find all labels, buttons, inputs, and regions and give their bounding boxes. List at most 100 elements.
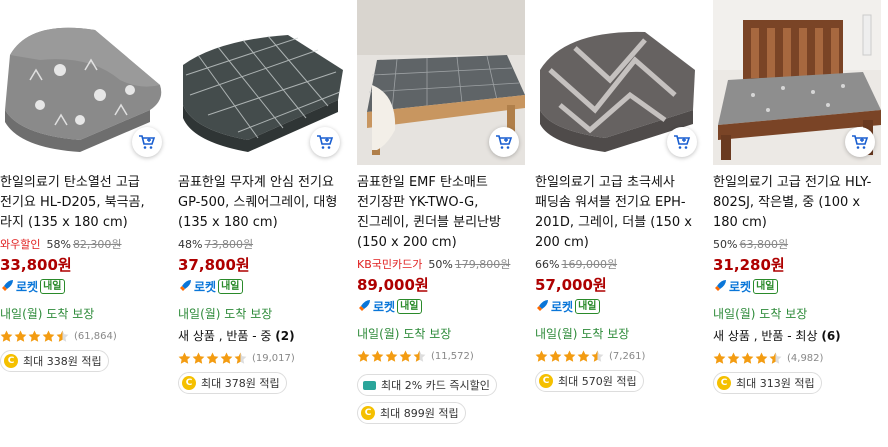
rocket-tomorrow-badge: 내일	[397, 298, 422, 314]
add-to-cart-button[interactable]	[667, 127, 697, 157]
review-count: (4,982)	[787, 352, 824, 364]
product-title[interactable]: 곰표한일 무자계 안심 전기요 GP-500, 스퀘어그레이, 대형 (135 …	[178, 173, 346, 233]
star-rating-icon	[713, 352, 782, 364]
reward-text: 최대 899원 적립	[380, 407, 459, 420]
rocket-badge: 로켓 내일	[178, 277, 346, 295]
price-info: KB국민카드가 50% 179,800원	[357, 257, 525, 273]
review-count: (61,864)	[74, 330, 117, 342]
return-info: 새 상품 , 반품 - 중 (2)	[178, 328, 346, 344]
original-price: 73,800원	[204, 238, 254, 251]
rocket-badge: 로켓 내일	[535, 297, 703, 315]
reward-text: 최대 338원 적립	[23, 355, 102, 368]
cart-icon	[674, 135, 691, 149]
rocket-icon	[180, 280, 191, 291]
add-to-cart-button[interactable]	[310, 127, 340, 157]
rocket-tomorrow-badge: 내일	[40, 278, 65, 294]
discount-rate: 50%	[713, 238, 738, 251]
rocket-tomorrow-badge: 내일	[575, 298, 600, 314]
return-info: 새 상품 , 반품 - 최상 (6)	[713, 328, 881, 344]
discount-rate: 50%	[428, 258, 453, 271]
price-info: 50% 63,800원	[713, 237, 881, 253]
star-rating-icon	[0, 330, 69, 342]
rocket-label: 로켓	[729, 279, 752, 294]
reward-text: 최대 313원 적립	[736, 377, 815, 390]
product-title[interactable]: 한일의료기 고급 초극세사 패딩솜 워셔블 전기요 EPH-201D, 그레이,…	[535, 173, 703, 253]
price-info: 와우할인 58% 82,300원	[0, 237, 168, 253]
card-discount-text: 최대 2% 카드 즉시할인	[381, 379, 490, 392]
rocket-badge: 로켓 내일	[357, 297, 525, 315]
add-to-cart-button[interactable]	[489, 127, 519, 157]
card-discount-badge: 최대 2% 카드 즉시할인	[357, 374, 497, 396]
original-price: 169,000원	[561, 258, 618, 271]
product-title[interactable]: 한일의료기 고급 전기요 HLY-802SJ, 작은별, 중 (100 x 18…	[713, 173, 881, 233]
product-image[interactable]	[178, 0, 346, 165]
cart-icon	[496, 135, 513, 149]
review-count: (7,261)	[609, 350, 646, 362]
reward-text: 최대 378원 적립	[201, 377, 280, 390]
coin-icon: C	[4, 354, 18, 368]
rating-stars: (11,572)	[357, 348, 525, 364]
product-card[interactable]: 한일의료기 탄소열선 고급 전기요 HL-D205, 북극곰, 라지 (135 …	[0, 0, 168, 447]
star-rating-icon	[357, 350, 426, 362]
rocket-icon	[715, 280, 726, 291]
return-condition: 새 상품 , 반품 - 중	[178, 329, 272, 343]
rocket-icon	[359, 300, 370, 311]
product-card[interactable]: 한일의료기 고급 초극세사 패딩솜 워셔블 전기요 EPH-201D, 그레이,…	[535, 0, 703, 447]
product-title[interactable]: 곰표한일 EMF 탄소매트 전기장판 YK-TWO-G, 진그레이, 퀸더블 분…	[357, 173, 525, 253]
reward-badge: C 최대 570원 적립	[535, 370, 644, 392]
product-image[interactable]	[713, 0, 881, 165]
cart-icon	[852, 135, 869, 149]
rating-stars: (7,261)	[535, 348, 703, 364]
delivery-info: 내일(월) 도착 보장	[0, 307, 95, 321]
return-count: (6)	[821, 329, 841, 343]
rocket-label: 로켓	[373, 299, 396, 314]
reward-badge: C 최대 378원 적립	[178, 372, 287, 394]
reward-text: 최대 570원 적립	[558, 375, 637, 388]
reward-badge: C 최대 313원 적립	[713, 372, 822, 394]
product-card[interactable]: 곰표한일 EMF 탄소매트 전기장판 YK-TWO-G, 진그레이, 퀸더블 분…	[357, 0, 525, 447]
return-count: (2)	[275, 329, 295, 343]
price-info: 48% 73,800원	[178, 237, 346, 253]
sale-price: 89,000원	[357, 276, 429, 294]
rocket-tomorrow-badge: 내일	[218, 278, 243, 294]
delivery-info: 내일(월) 도착 보장	[178, 307, 273, 321]
star-rating-icon	[178, 352, 247, 364]
product-title[interactable]: 한일의료기 탄소열선 고급 전기요 HL-D205, 북극곰, 라지 (135 …	[0, 173, 168, 233]
product-card[interactable]: 곰표한일 무자계 안심 전기요 GP-500, 스퀘어그레이, 대형 (135 …	[178, 0, 346, 447]
rocket-label: 로켓	[194, 279, 217, 294]
cart-icon	[317, 135, 334, 149]
sale-price: 31,280원	[713, 256, 785, 274]
rating-stars: (61,864)	[0, 328, 168, 344]
price-info: 66% 169,000원	[535, 257, 703, 273]
discount-rate: 48%	[178, 238, 203, 251]
sale-price: 37,800원	[178, 256, 250, 274]
product-card[interactable]: 한일의료기 고급 전기요 HLY-802SJ, 작은별, 중 (100 x 18…	[713, 0, 881, 447]
review-count: (19,017)	[252, 352, 295, 364]
cart-icon	[139, 135, 156, 149]
rating-stars: (19,017)	[178, 350, 346, 366]
rocket-icon	[2, 280, 13, 291]
product-image[interactable]	[357, 0, 525, 165]
coin-icon: C	[717, 376, 731, 390]
credit-card-icon	[363, 380, 376, 390]
coin-icon: C	[182, 376, 196, 390]
sale-price: 33,800원	[0, 256, 72, 274]
star-rating-icon	[535, 350, 604, 362]
review-count: (11,572)	[431, 350, 474, 362]
sale-price: 57,000원	[535, 276, 607, 294]
delivery-info: 내일(월) 도착 보장	[357, 327, 452, 341]
product-image[interactable]	[0, 0, 168, 165]
coin-icon: C	[361, 406, 375, 420]
product-grid: 한일의료기 탄소열선 고급 전기요 HL-D205, 북극곰, 라지 (135 …	[0, 0, 888, 447]
delivery-info: 내일(월) 도착 보장	[535, 327, 630, 341]
rocket-badge: 로켓 내일	[713, 277, 881, 295]
add-to-cart-button[interactable]	[845, 127, 875, 157]
reward-badge: C 최대 899원 적립	[357, 402, 466, 424]
original-price: 63,800원	[739, 238, 789, 251]
discount-rate: 58%	[46, 238, 71, 251]
delivery-info: 내일(월) 도착 보장	[713, 307, 808, 321]
original-price: 82,300원	[72, 238, 122, 251]
rocket-label: 로켓	[551, 299, 574, 314]
add-to-cart-button[interactable]	[132, 127, 162, 157]
product-image[interactable]	[535, 0, 703, 165]
